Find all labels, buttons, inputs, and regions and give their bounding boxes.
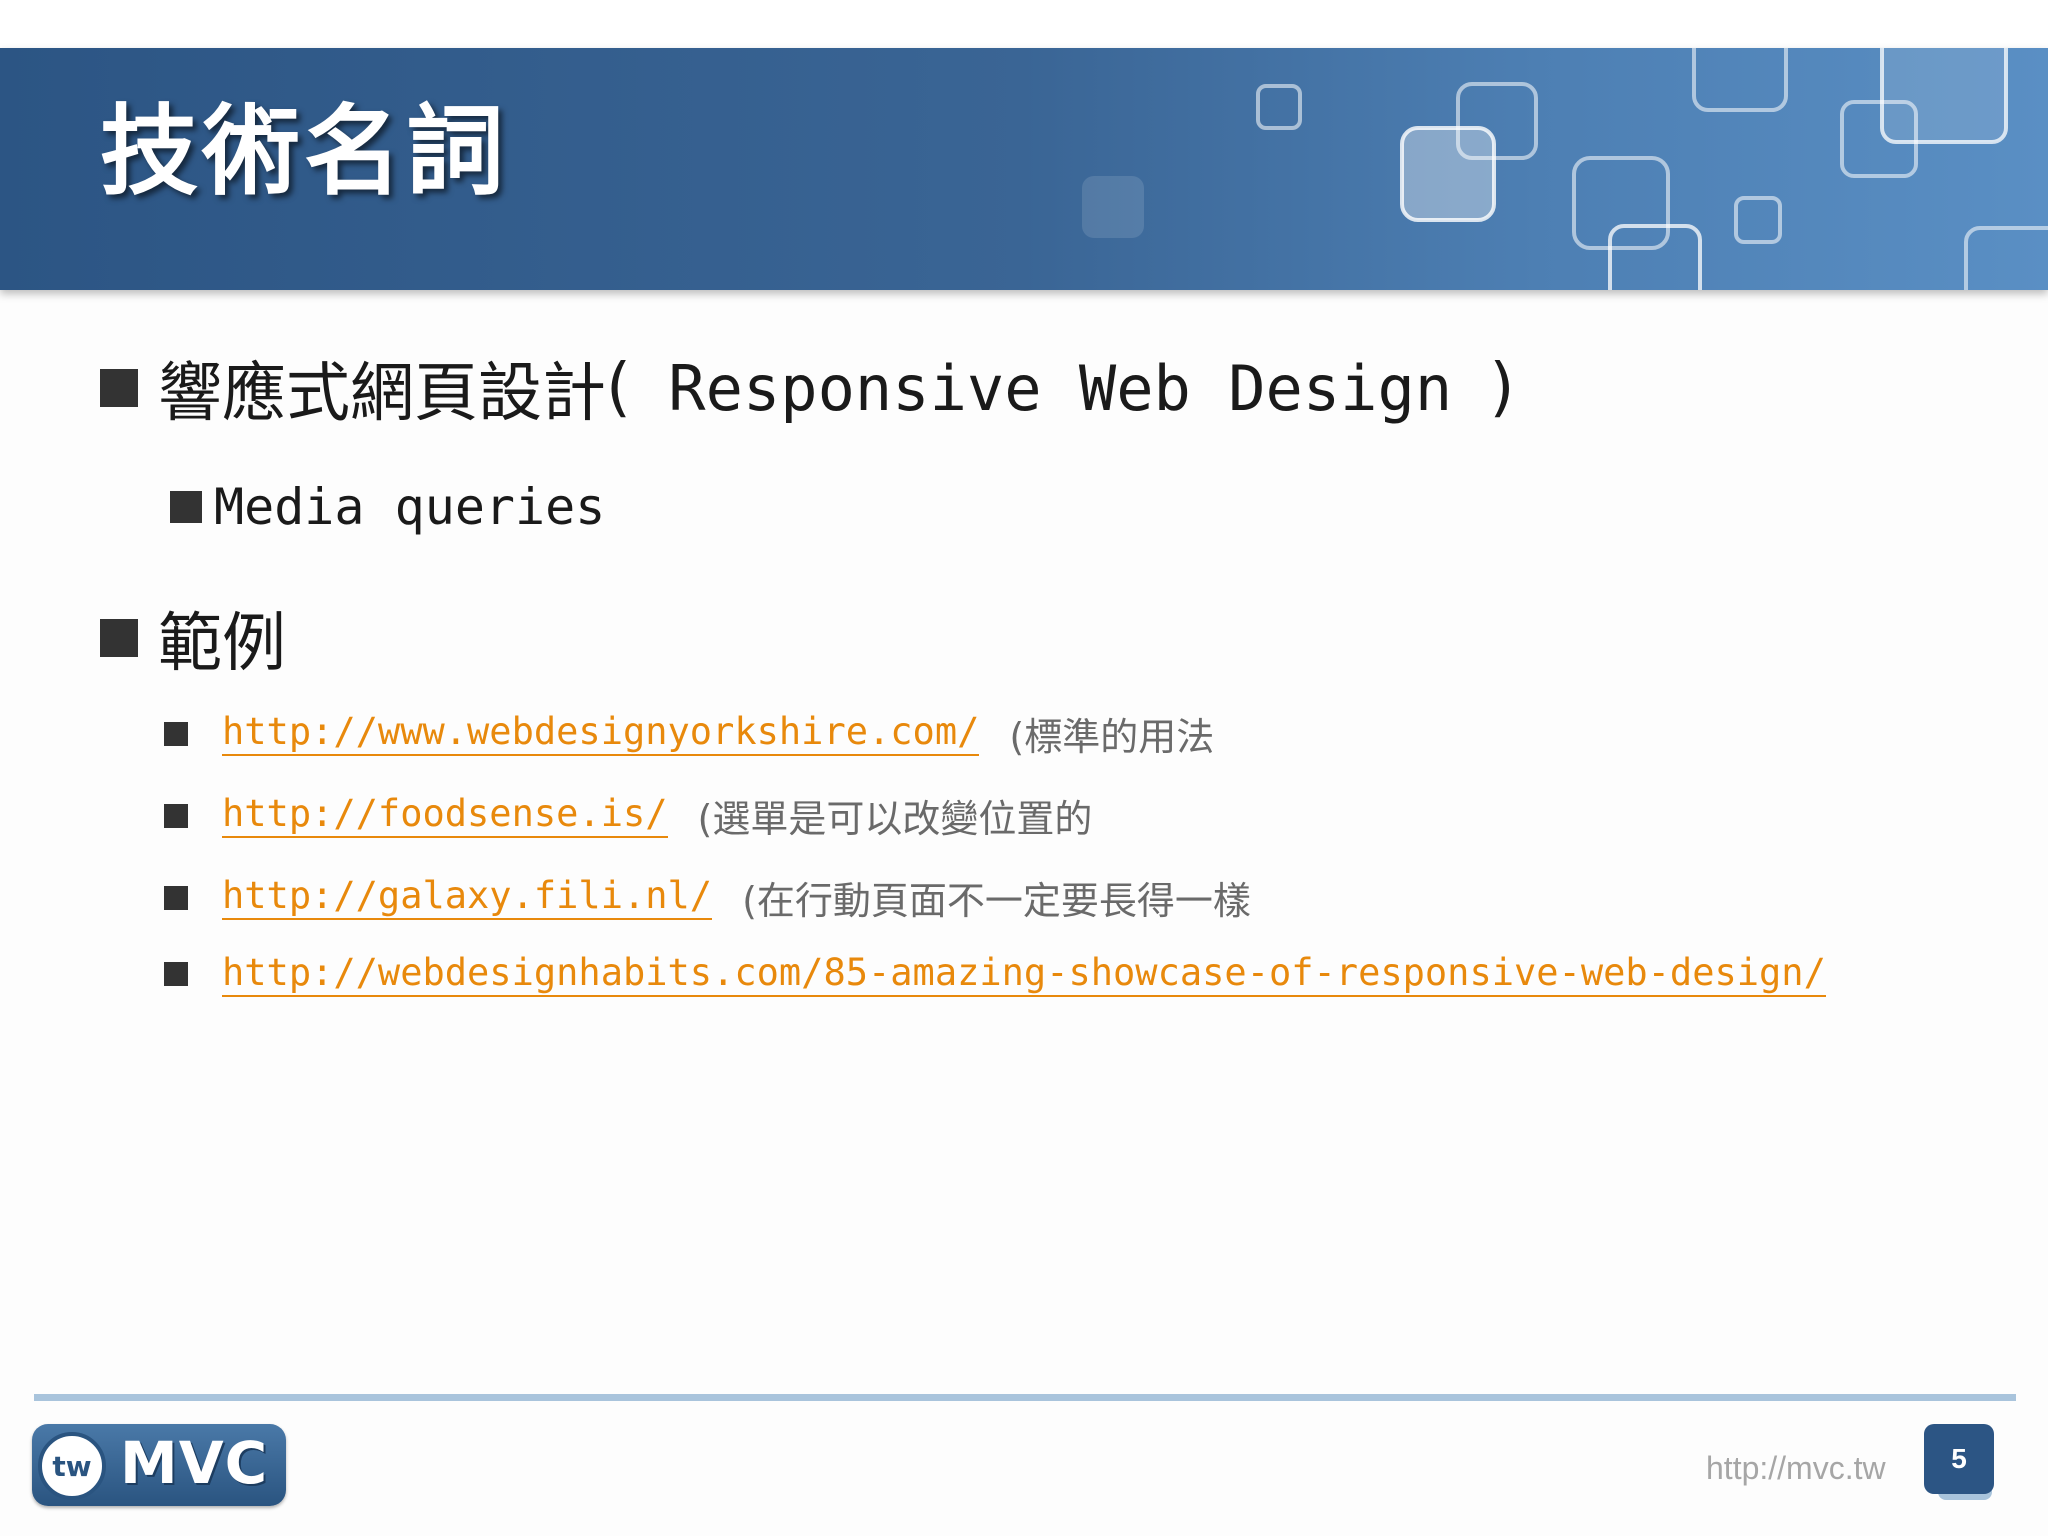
media-queries-label: Media queries <box>214 478 606 536</box>
square-bullet-icon <box>100 369 138 407</box>
top-strip <box>0 0 2048 48</box>
square-bullet-icon <box>100 619 138 657</box>
example-link-foodsense[interactable]: http://foodsense.is/ <box>222 793 668 838</box>
list-item: http://foodsense.is/ (選單是可以改變位置的 <box>164 788 1092 843</box>
slide-title: 技術名詞 <box>100 95 509 209</box>
square-bullet-icon <box>164 962 188 987</box>
bullet-media-queries: Media queries <box>170 478 605 536</box>
footer-divider <box>34 1394 2016 1401</box>
bullet-examples: 範例 <box>100 592 286 684</box>
bullet-responsive-web-design: 響應式網頁設計 ( Responsive Web Design ) <box>100 342 1514 434</box>
rwd-paren-close: ) <box>1489 351 1515 425</box>
example-link-webdesignyorkshire[interactable]: http://www.webdesignyorkshire.com/ <box>222 711 980 756</box>
logo-badge: tw <box>38 1432 106 1500</box>
example-note: (標準的用法 <box>1009 715 1215 759</box>
examples-label: 範例 <box>158 607 286 681</box>
list-item: http://www.webdesignyorkshire.com/ (標準的用… <box>164 706 1214 761</box>
square-bullet-icon <box>164 721 188 746</box>
example-link-webdesignhabits[interactable]: http://webdesignhabits.com/85-amazing-sh… <box>222 951 1826 997</box>
list-item: http://webdesignhabits.com/85-amazing-sh… <box>164 951 1826 997</box>
rwd-paren-open: ( <box>606 351 631 425</box>
list-item: http://galaxy.fili.nl/ (在行動頁面不一定要長得一樣 <box>164 870 1251 925</box>
square-bullet-icon <box>164 803 188 828</box>
footer-url: http://mvc.tw <box>1706 1450 1886 1486</box>
logo-text: MVC <box>120 1429 269 1497</box>
square-bullet-icon <box>170 491 202 523</box>
page-number: 5 <box>1924 1424 1994 1494</box>
title-banner: 技術名詞 <box>0 48 2048 290</box>
example-note: (在行動頁面不一定要長得一樣 <box>742 879 1251 923</box>
rwd-chinese-label: 響應式網頁設計 <box>158 357 606 431</box>
square-bullet-icon <box>164 885 188 910</box>
example-note: (選單是可以改變位置的 <box>697 797 1093 841</box>
rwd-english-label: Responsive Web Design <box>630 351 1490 425</box>
example-link-galaxy-fili[interactable]: http://galaxy.fili.nl/ <box>222 875 713 920</box>
tw-mvc-logo: tw MVC <box>32 1424 286 1506</box>
